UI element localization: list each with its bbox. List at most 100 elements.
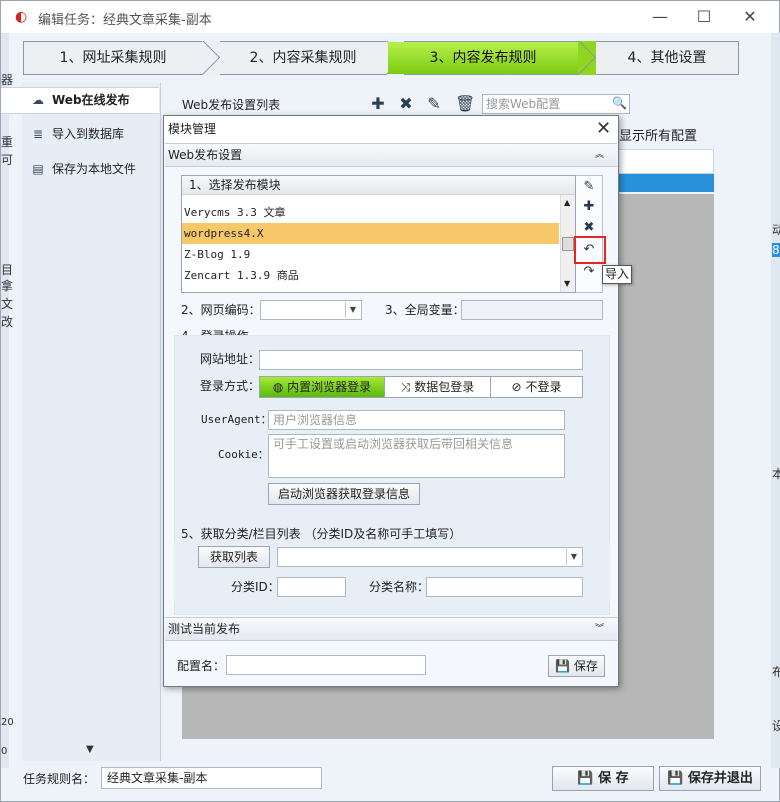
chevron-down-icon[interactable]: ▼ [566, 549, 581, 565]
save-exit-button[interactable]: 💾 保存并退出 [659, 766, 761, 791]
list-item[interactable]: Verycms 3.3 文章 [182, 202, 559, 223]
import-highlight-box [574, 236, 606, 264]
sidebar-item-label: 导入到数据库 [52, 127, 125, 141]
list-item[interactable]: Z-Blog 1.9 [182, 244, 559, 265]
login-method-builtin-browser[interactable]: ◍ 内置浏览器登录 [259, 376, 385, 398]
sidebar-item-local-file[interactable]: ▤ 保存为本地文件 [29, 157, 136, 181]
scroll-thumb[interactable] [562, 237, 574, 251]
module-actions: ✎ ✚ ✖ ↶ ↷ [576, 175, 603, 293]
sidebar-item-label: 保存为本地文件 [52, 162, 137, 176]
web-publish-settings-header[interactable]: Web发布设置 ︽ [165, 143, 617, 167]
web-config-list-title: Web发布设置列表 [182, 98, 281, 112]
step-other-settings[interactable]: 4、其他设置 [596, 42, 738, 74]
module-list-scrollbar[interactable]: ▲ ▼ [560, 195, 575, 292]
delete-module-icon[interactable]: ✖ [581, 219, 597, 237]
test-publish-header[interactable]: 测试当前发布 ︾ [165, 617, 617, 641]
database-icon: ≣ [32, 127, 44, 141]
edge-text: 0 [1, 746, 8, 757]
ban-icon: ⊘ [511, 380, 522, 394]
site-url-label: 网站地址： [200, 352, 261, 366]
sidebar-item-label: Web在线发布 [52, 93, 130, 107]
collapse-icon[interactable]: ︽ [595, 144, 604, 166]
segment-label: 数据包登录 [414, 380, 475, 394]
show-all-configs-label[interactable]: 显示所有配置 [619, 125, 697, 144]
scroll-up-icon[interactable]: ▲ [564, 198, 570, 207]
dialog-close-icon[interactable]: ✕ [596, 118, 611, 140]
category-id-input[interactable] [277, 577, 346, 597]
save-button[interactable]: 💾 保 存 [552, 766, 654, 791]
app-logo-icon: ◐ [15, 9, 28, 25]
shuffle-icon: ⤨ [400, 380, 411, 394]
edge-text: 文 [1, 297, 14, 311]
globe-icon: ◍ [272, 380, 284, 394]
close-window-button[interactable]: ✕ [728, 5, 772, 29]
module-management-dialog: 模块管理 ✕ Web发布设置 ︽ 1、选择发布模块 Verycms 3.3 文章… [163, 115, 619, 687]
scroll-down-icon[interactable]: ▼ [564, 279, 570, 288]
edge-text: 可 [1, 153, 14, 167]
delete-icon[interactable]: ✖ [398, 96, 414, 112]
section-title: 测试当前发布 [168, 622, 241, 636]
import-tooltip: 导入 [602, 265, 632, 284]
task-name-input[interactable]: 经典文章采集-副本 [101, 767, 322, 789]
category-select[interactable]: ▼ [277, 547, 583, 567]
sidebar-item-web-publish[interactable]: ☁ Web在线发布 [29, 88, 130, 112]
edit-module-icon[interactable]: ✎ [581, 178, 597, 196]
global-variable-input[interactable] [461, 300, 603, 320]
dialog-title: 模块管理 [164, 116, 618, 143]
step-url-rules[interactable]: 1、网址采集规则 [24, 42, 202, 74]
save-exit-button-label: 保存并退出 [687, 771, 753, 786]
useragent-input[interactable]: 用户浏览器信息 [268, 410, 565, 430]
encoding-label: 2、网页编码： [181, 303, 261, 317]
sidebar-item-database[interactable]: ≣ 导入到数据库 [29, 122, 124, 146]
login-method-packet[interactable]: ⤨ 数据包登录 [384, 376, 491, 398]
global-variable-label: 3、全局变量： [385, 303, 465, 317]
fetch-list-button[interactable]: 获取列表 [198, 546, 270, 568]
module-list: 1、选择发布模块 Verycms 3.3 文章 wordpress4.X Z-B… [181, 175, 576, 293]
login-method-none[interactable]: ⊘ 不登录 [490, 376, 583, 398]
dialog-save-label: 保存 [573, 659, 598, 673]
maximize-button[interactable]: ☐ [682, 5, 726, 29]
step-publish-rules[interactable]: 3、内容发布规则 [388, 42, 578, 74]
add-icon[interactable]: ✚ [370, 96, 386, 112]
trash-icon[interactable]: 🗑 [455, 96, 475, 112]
config-name-label: 配置名： [177, 659, 226, 673]
chevron-down-icon[interactable]: ▼ [345, 302, 360, 318]
encoding-select[interactable]: ▼ [260, 300, 362, 320]
expand-icon[interactable]: ︾ [595, 618, 604, 640]
edge-text: 重 [1, 135, 14, 149]
add-module-icon[interactable]: ✚ [581, 198, 597, 216]
sidebar-expand-icon[interactable]: ▼ [86, 744, 94, 755]
list-item-selected[interactable]: wordpress4.X [182, 223, 559, 244]
category-section-title: 5、获取分类/栏目列表 （分类ID及名称可手工填写） [181, 527, 462, 541]
cookie-textarea[interactable]: 可手工设置或启动浏览器获取后带回相关信息 [268, 434, 565, 478]
cloud-upload-icon: ☁ [32, 93, 44, 107]
save-disk-icon: 💾 [555, 659, 571, 673]
edge-text: 本 [772, 467, 780, 481]
task-name-label: 任务规则名： [23, 772, 96, 786]
search-input[interactable]: 搜索Web配置 [482, 94, 630, 114]
edit-pencil-icon[interactable]: ✎ [426, 96, 442, 112]
step-separator [202, 41, 220, 75]
export-module-icon[interactable]: ↷ [581, 263, 597, 281]
edge-text: 改 [1, 315, 14, 329]
edge-text: 拿 [1, 279, 14, 293]
edge-text: 目 [1, 263, 14, 277]
category-name-label: 分类名称： [369, 580, 430, 594]
login-method-label: 登录方式： [200, 379, 261, 393]
search-icon[interactable]: 🔍 [612, 96, 627, 110]
config-name-input[interactable] [226, 655, 426, 675]
module-list-header: 1、选择发布模块 [182, 176, 575, 195]
dialog-save-button[interactable]: 💾 保存 [548, 655, 605, 677]
minimize-button[interactable]: — [638, 5, 682, 29]
section-title: Web发布设置 [168, 148, 243, 162]
file-icon: ▤ [32, 162, 44, 176]
edge-text: 20 [1, 717, 14, 728]
launch-browser-button[interactable]: 启动浏览器获取登录信息 [268, 483, 420, 505]
list-item[interactable]: Zencart 1.3.9 商品 [182, 265, 559, 286]
save-disk-icon: 💾 [667, 771, 684, 786]
main-window: ◐ 编辑任务：经典文章采集-副本 — ☐ ✕ 器 台 重 可 目 拿 文 改 2… [0, 0, 780, 802]
category-name-input[interactable] [426, 577, 583, 597]
segment-label: 内置浏览器登录 [287, 380, 372, 394]
step-content-rules[interactable]: 2、内容采集规则 [220, 42, 386, 74]
site-url-input[interactable] [259, 350, 583, 370]
